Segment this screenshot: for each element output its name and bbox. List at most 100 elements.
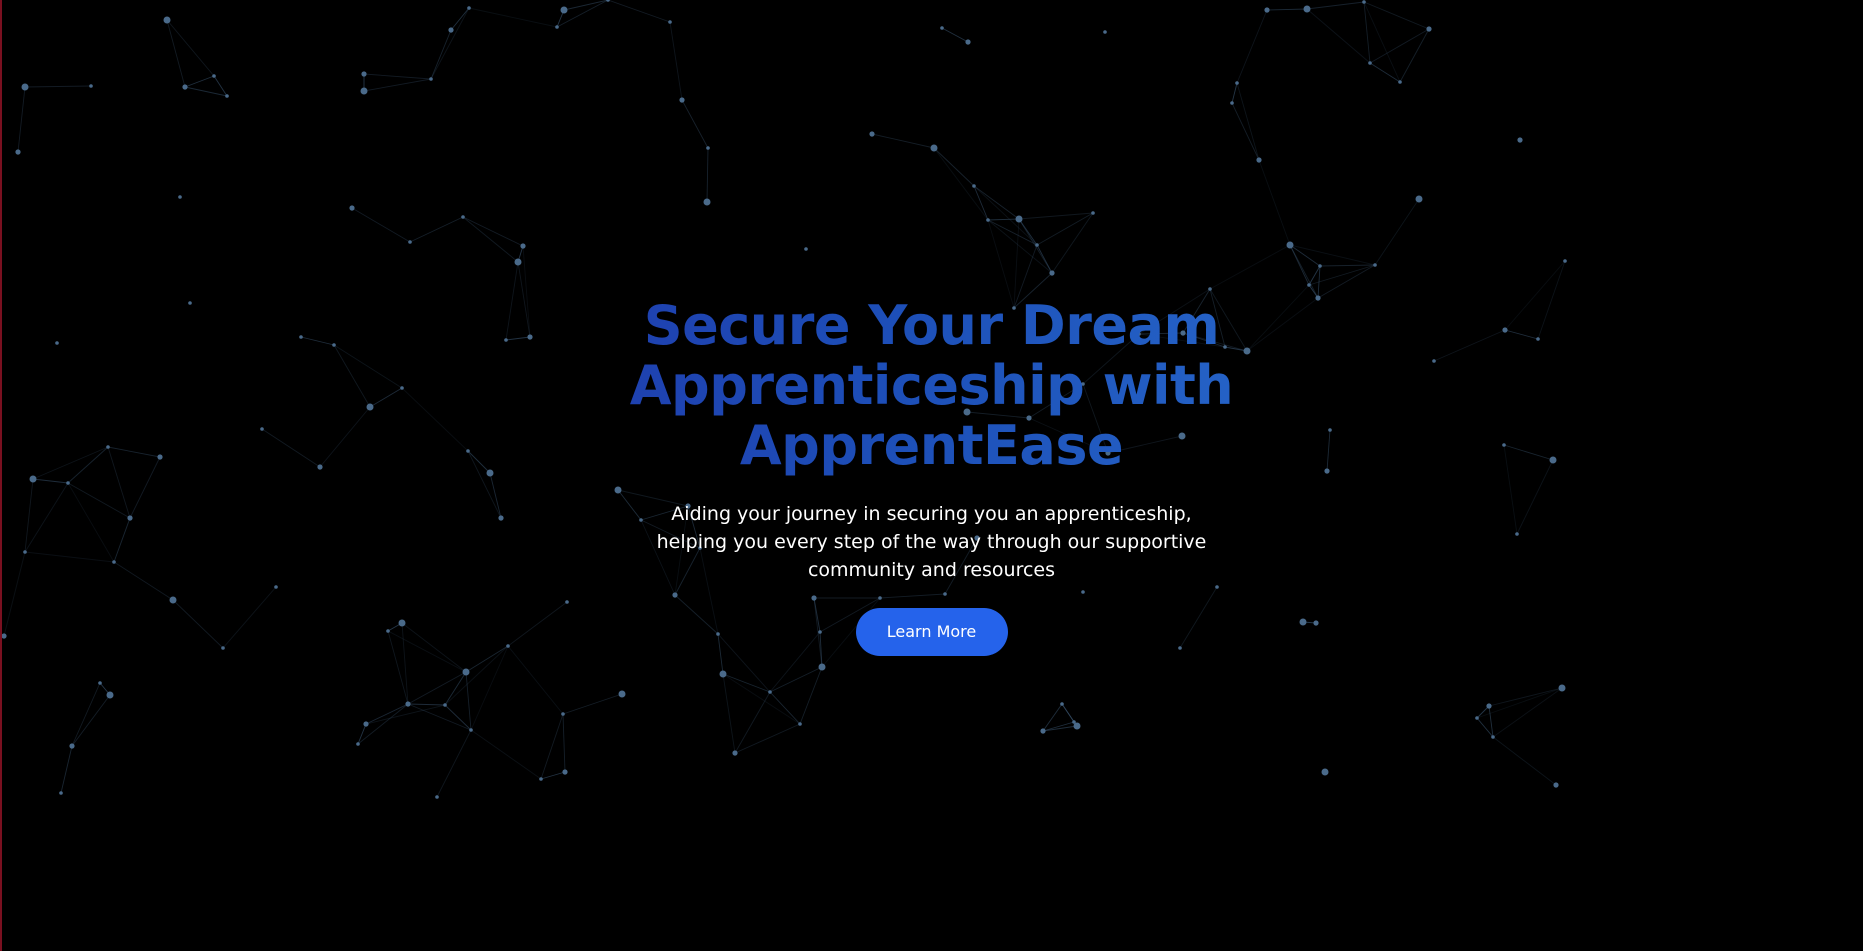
network-link <box>562 713 566 773</box>
network-link <box>540 713 564 780</box>
network-node <box>178 195 182 199</box>
network-node <box>461 215 465 219</box>
network-node <box>1426 26 1432 32</box>
network-node <box>1307 283 1311 287</box>
network-link <box>1317 264 1376 299</box>
network-link <box>1363 1 1371 64</box>
hero-subtitle: Aiding your journey in securing you an a… <box>656 503 1207 581</box>
network-node <box>106 691 114 699</box>
network-link <box>1319 264 1376 267</box>
network-node <box>703 198 711 206</box>
network-node <box>443 703 447 707</box>
network-link <box>409 216 464 243</box>
network-node <box>1303 5 1311 13</box>
network-node <box>59 791 63 795</box>
network-link <box>1231 82 1238 104</box>
network-link <box>1492 736 1557 786</box>
network-node <box>435 795 439 799</box>
network-node <box>462 668 470 676</box>
network-link <box>470 645 509 731</box>
network-link <box>1018 212 1094 220</box>
network-node <box>356 742 360 746</box>
network-link <box>706 147 709 203</box>
network-node <box>1286 241 1294 249</box>
network-link <box>1018 218 1053 274</box>
network-link <box>17 86 26 153</box>
network-node <box>1049 270 1055 276</box>
network-node <box>965 39 971 45</box>
network-link <box>1051 212 1094 274</box>
network-node <box>1362 0 1366 4</box>
network-link <box>769 691 801 725</box>
network-node <box>972 184 976 188</box>
network-node <box>520 243 526 249</box>
network-node <box>804 247 808 251</box>
network-link <box>562 693 623 715</box>
network-link <box>1042 721 1075 732</box>
network-node <box>1491 735 1495 739</box>
network-node <box>818 663 826 671</box>
network-link <box>60 745 73 794</box>
network-link <box>987 218 1020 221</box>
network-link <box>540 771 566 780</box>
network-link <box>933 147 989 221</box>
network-link <box>430 29 452 80</box>
network-link <box>722 673 801 725</box>
network-node <box>69 743 75 749</box>
network-node <box>1256 157 1262 163</box>
network-link <box>1306 1 1365 10</box>
network-node <box>225 94 229 98</box>
network-node <box>408 240 412 244</box>
network-node <box>1398 80 1402 84</box>
network-node <box>1091 211 1095 215</box>
network-node <box>1321 768 1329 776</box>
network-node <box>679 97 685 103</box>
network-node <box>1035 243 1039 247</box>
network-node <box>1318 264 1322 268</box>
network-link <box>1289 244 1376 266</box>
network-link <box>444 704 472 731</box>
network-node <box>1558 684 1566 692</box>
network-node <box>1563 259 1567 263</box>
network-link <box>450 7 470 31</box>
network-link <box>1042 703 1063 732</box>
network-link <box>607 0 671 23</box>
network-node <box>469 728 473 732</box>
network-link <box>722 673 736 754</box>
network-link <box>556 0 609 28</box>
network-node <box>182 84 188 90</box>
network-link <box>1042 725 1078 732</box>
network-link <box>436 729 472 798</box>
learn-more-button[interactable]: Learn More <box>855 608 1008 656</box>
network-link <box>973 185 1038 246</box>
network-link <box>363 73 432 80</box>
network-node <box>1553 782 1559 788</box>
network-link <box>871 133 935 149</box>
network-node <box>15 149 21 155</box>
network-node <box>429 77 433 81</box>
network-node <box>798 722 802 726</box>
hero-section: Secure Your Dream Apprenticeship with Ap… <box>0 296 1863 656</box>
network-link <box>1209 244 1291 290</box>
network-node <box>1235 81 1239 85</box>
network-link <box>1266 8 1308 11</box>
network-link <box>1363 1 1430 30</box>
network-link <box>987 219 1053 274</box>
network-link <box>407 703 446 706</box>
network-node <box>732 750 738 756</box>
network-link <box>184 75 215 88</box>
network-node <box>1475 716 1479 720</box>
network-node <box>719 670 727 678</box>
network-node <box>555 25 559 29</box>
network-node <box>163 16 171 24</box>
network-node <box>1373 263 1377 267</box>
network-node <box>560 6 568 14</box>
network-node <box>539 777 543 781</box>
network-link <box>1036 244 1053 274</box>
network-link <box>1363 1 1401 83</box>
network-link <box>468 7 558 28</box>
hero-title: Secure Your Dream Apprenticeship with Ap… <box>602 296 1262 476</box>
network-link <box>669 21 683 101</box>
network-link <box>166 19 215 77</box>
network-node <box>618 690 626 698</box>
